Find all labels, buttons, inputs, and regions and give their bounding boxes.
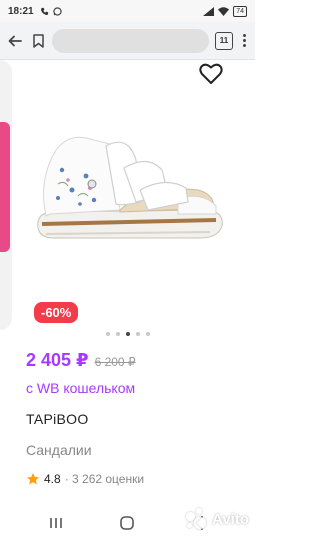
gallery-dot[interactable] bbox=[105, 332, 110, 336]
bookmark-icon[interactable] bbox=[30, 32, 46, 50]
battery-icon: 74 bbox=[233, 5, 247, 17]
gallery-dots bbox=[0, 332, 255, 336]
gallery-dot-active[interactable] bbox=[125, 332, 130, 336]
product-name: Сандалии bbox=[26, 442, 92, 458]
avito-watermark-text: Avito bbox=[212, 510, 249, 528]
avito-logo-icon bbox=[186, 508, 208, 530]
prev-shoe-image bbox=[0, 122, 10, 252]
old-price: 6 200 ₽ bbox=[94, 355, 136, 369]
heart-icon[interactable] bbox=[197, 60, 225, 88]
status-right-icons: 74 bbox=[203, 5, 247, 17]
wallet-price-note[interactable]: с WB кошельком bbox=[26, 380, 135, 396]
discount-badge: -60% bbox=[34, 302, 79, 323]
reviews-count[interactable]: · 3 262 оценки bbox=[65, 472, 144, 486]
status-bar: 18:21 74 bbox=[0, 0, 255, 22]
avito-watermark: Avito bbox=[186, 508, 249, 530]
url-field[interactable] bbox=[52, 28, 209, 53]
signal-icon bbox=[203, 6, 215, 16]
price-row: 2 405 ₽ 6 200 ₽ bbox=[26, 350, 136, 371]
status-time: 18:21 bbox=[8, 5, 34, 17]
brand-name[interactable]: TAPiBOO bbox=[26, 411, 89, 427]
sandal-image bbox=[37, 136, 223, 239]
more-vertical-icon[interactable] bbox=[239, 34, 249, 47]
gallery-main-slide[interactable] bbox=[14, 60, 255, 330]
rating-row[interactable]: 4.8 · 3 262 оценки bbox=[26, 472, 144, 486]
phone-icon bbox=[40, 7, 48, 15]
status-left-icons bbox=[40, 6, 62, 16]
star-icon bbox=[27, 473, 39, 485]
gallery-dot[interactable] bbox=[135, 332, 140, 336]
gallery-dot[interactable] bbox=[145, 332, 150, 336]
browser-toolbar: 11 bbox=[0, 22, 255, 60]
current-price: 2 405 ₽ bbox=[26, 350, 89, 370]
gallery-prev-slide[interactable] bbox=[0, 60, 12, 330]
rating-value: 4.8 bbox=[44, 472, 61, 486]
gallery-dot[interactable] bbox=[115, 332, 120, 336]
whatsapp-icon bbox=[52, 6, 62, 16]
wifi-icon bbox=[218, 6, 230, 16]
home-icon[interactable] bbox=[119, 515, 135, 531]
recent-apps-icon[interactable] bbox=[48, 516, 64, 530]
tabs-icon[interactable]: 11 bbox=[215, 31, 233, 50]
back-arrow-icon[interactable] bbox=[6, 32, 24, 50]
